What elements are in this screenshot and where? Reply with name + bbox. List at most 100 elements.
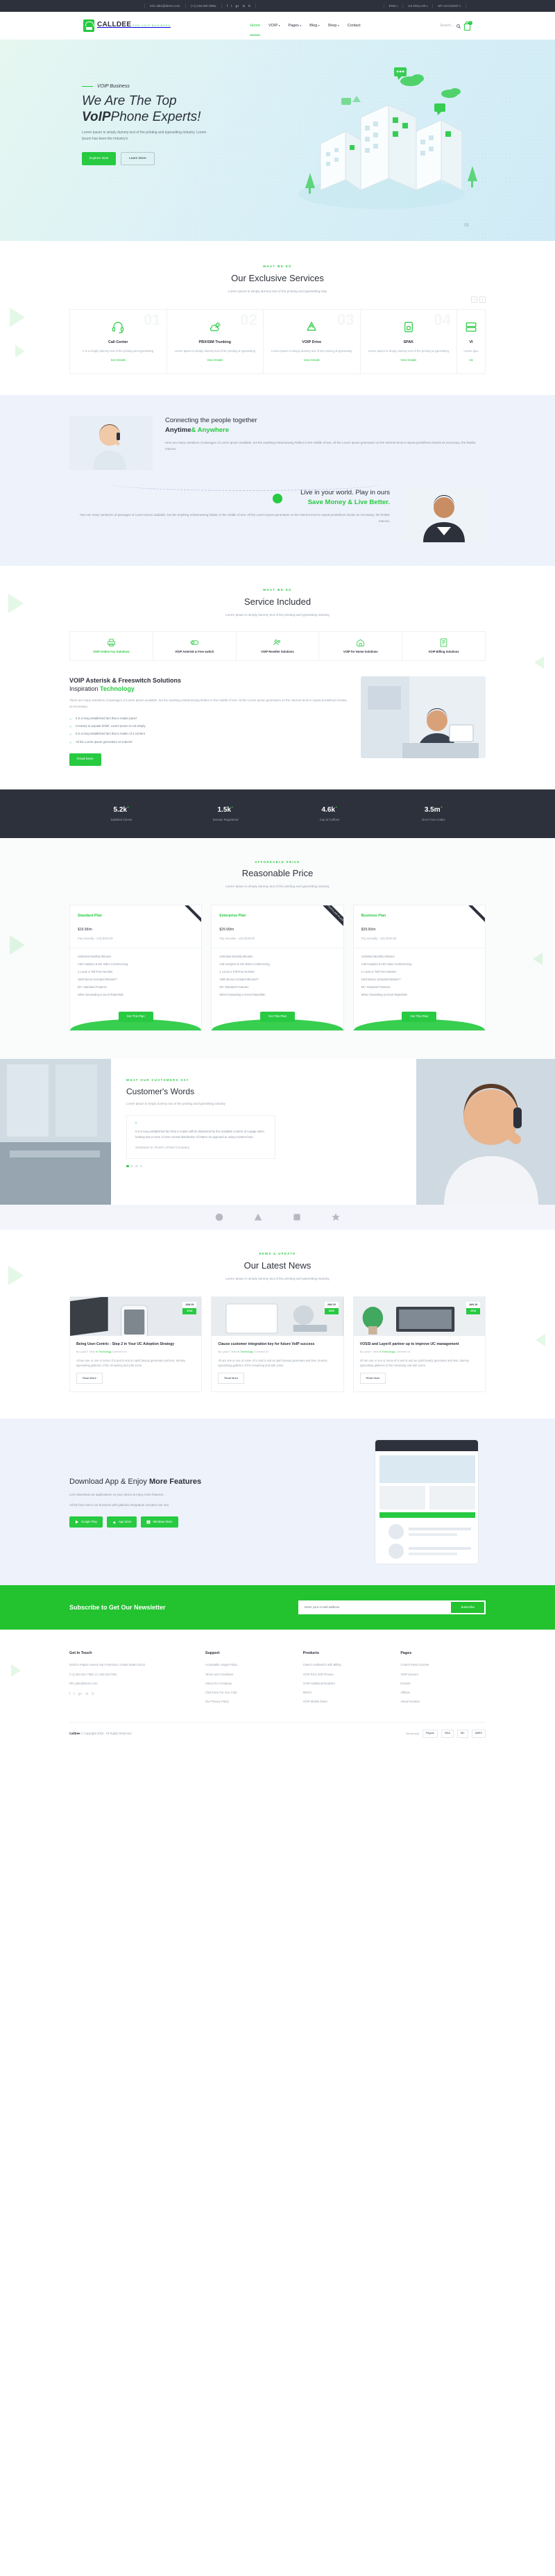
google-play-button[interactable]: Google Play <box>69 1516 103 1528</box>
cart-button[interactable]: 0 <box>463 20 472 31</box>
footer-link[interactable]: Class 5 Softswitch with Billing <box>303 1662 388 1667</box>
linkedin-icon[interactable]: in <box>85 1691 88 1697</box>
footer-link[interactable]: MNVO <box>303 1690 388 1695</box>
newsletter-email-input[interactable] <box>300 1601 452 1613</box>
footer-link[interactable]: Acceptable Usage Policy <box>205 1662 291 1667</box>
decorative-triangle <box>15 345 25 358</box>
service-details-link[interactable]: View Details <box>400 358 416 363</box>
footer-column-pages: Pages Control Panel License VOIP Servers… <box>400 1650 486 1708</box>
behance-icon[interactable]: b <box>248 3 250 8</box>
footer-phone: (+1) 253-321-7360, (+) 253-3217361 <box>69 1672 117 1676</box>
nav-item-contact[interactable]: Contact <box>348 23 361 29</box>
footer-link[interactable]: VOIP RCS Soft Phones <box>303 1672 388 1677</box>
contact-email[interactable]: info.calto@demo.com <box>144 3 186 9</box>
nav-item-pages[interactable]: Pages ▾ <box>288 23 301 29</box>
nav-item-shop[interactable]: Shop ▾ <box>328 23 339 29</box>
news-category[interactable]: In Technology <box>379 1350 395 1353</box>
footer-link[interactable]: About Our Company <box>205 1681 291 1686</box>
footer-link[interactable]: VOIP Mobile Dialer <box>303 1699 388 1704</box>
tablet-mockup <box>375 1439 478 1564</box>
service-details-link[interactable]: See Details <box>111 358 126 363</box>
facebook-icon[interactable]: f <box>69 1691 70 1697</box>
footer-link[interactable]: Virtual Number <box>400 1699 486 1704</box>
pagination-dot[interactable] <box>130 1164 133 1168</box>
pagination-dot[interactable] <box>126 1164 129 1168</box>
twitter-icon[interactable]: t <box>231 3 232 8</box>
news-title[interactable]: Being User-Centric - Step 2 in Your UC A… <box>76 1342 195 1348</box>
service-card-voip-drive[interactable]: 03 VOIP Drive Lorem Ipsum is simply dumm… <box>264 309 361 374</box>
service-text: It is a simply dummy text of the printin… <box>83 349 154 353</box>
footer-link[interactable]: Affiliate <box>400 1690 486 1695</box>
currency-selector[interactable]: US DOLLAR ▾ <box>403 3 434 9</box>
google-plus-icon[interactable]: g+ <box>78 1691 83 1697</box>
counters-section: 5.2k+ Satisfied Clients 1.5k+ Domain Reg… <box>0 789 555 838</box>
read-more-button[interactable]: Read More <box>69 753 101 766</box>
service-details-link[interactable]: View Details <box>304 358 320 363</box>
nav-item-home[interactable]: Home <box>250 23 260 35</box>
news-title[interactable]: Clause customer integration key for futu… <box>218 1342 336 1348</box>
footer-link[interactable]: Click Here For Live Chat <box>205 1690 291 1695</box>
learn-more-button[interactable]: Learn More <box>121 151 155 166</box>
google-plus-icon[interactable]: g+ <box>236 3 239 8</box>
tab-voip-billing[interactable]: VOIP Billing Solutions <box>402 632 485 660</box>
decorative-triangle <box>8 594 24 614</box>
subscribe-button[interactable]: Subscribe <box>451 1601 484 1613</box>
service-card-partial[interactable]: VI Lorem Ipsu Vie <box>457 310 485 374</box>
tab-voip-asterisk-freeswitch[interactable]: VOIP Asterisk & Free switch <box>153 632 237 661</box>
server-icon <box>463 319 479 335</box>
footer-link[interactable]: VOIP Servers <box>400 1672 486 1677</box>
headset-icon <box>76 319 161 335</box>
my-account-menu[interactable]: MY ACCOUNT ▾ <box>433 3 466 9</box>
news-title[interactable]: VOSSI and LayerX partner up to improve U… <box>360 1342 479 1348</box>
service-card-pbx-sim-trunking[interactable]: 02 PBX/SIM Trunking Lorem Ipsum is simpl… <box>167 309 264 374</box>
tab-voip-online-fax[interactable]: VOIP Online Fax Solutions <box>70 632 153 661</box>
language-selector[interactable]: ENG ▾ <box>383 3 404 9</box>
service-details-link[interactable]: Vie <box>469 358 473 363</box>
windows-icon <box>146 1520 151 1524</box>
hero-slider-nav[interactable]: 01 <box>464 223 469 230</box>
footer-link[interactable]: Domain <box>400 1681 486 1686</box>
app-store-button[interactable]: App Store <box>106 1516 137 1528</box>
nav-item-blog[interactable]: Blog ▾ <box>309 23 319 29</box>
contact-phone[interactable]: (+1) 234-567-890L <box>186 3 222 9</box>
footer-copyright: © Copyright 2018 - All Rights Reserved <box>80 1731 132 1735</box>
news-card[interactable]: JAN 19 2018 Clause customer integration … <box>211 1296 344 1392</box>
explore-now-button[interactable]: Explore Now <box>82 151 117 166</box>
service-card-call-center[interactable]: 01 Call Center It is a simply dummy text… <box>70 309 167 374</box>
news-card[interactable]: JAN 19 2018 Being User-Centric - Step 2 … <box>69 1296 203 1392</box>
connect-title-anytime: Anytime <box>165 426 191 435</box>
prev-button[interactable]: ‹ <box>471 296 477 303</box>
behance-icon[interactable]: b <box>92 1691 94 1697</box>
footer-email[interactable]: info.calto@demo.com <box>69 1681 193 1686</box>
footer-link[interactable]: Control Panel License <box>400 1662 486 1667</box>
facebook-icon[interactable]: f <box>227 3 228 8</box>
footer-link[interactable]: Terms and Conditions <box>205 1672 291 1677</box>
search-icon[interactable] <box>456 24 460 28</box>
service-details-link[interactable]: View Details <box>207 358 223 363</box>
next-button[interactable]: › <box>479 296 486 303</box>
logo[interactable]: CALLDEE FOR VOIP BUSINESS <box>62 19 171 32</box>
services-grid: 01 Call Center It is a simply dummy text… <box>69 308 486 375</box>
news-category[interactable]: In Technology <box>96 1350 112 1353</box>
footer-link[interactable]: VOIP Additional Modules <box>303 1681 388 1686</box>
service-card-spak[interactable]: 04 SPAK Lorem Ipsum is simply dummy text… <box>361 309 457 374</box>
news-category[interactable]: In Technology <box>237 1350 253 1353</box>
news-thumbnail: JAN 19 2018 <box>212 1297 343 1337</box>
footer-link[interactable]: Our Privacy Policy <box>205 1699 291 1704</box>
read-more-button[interactable]: Read More <box>76 1373 103 1384</box>
nav-item-voip[interactable]: VOIP ▾ <box>268 23 280 29</box>
windows-store-button[interactable]: Windows Store <box>141 1516 178 1528</box>
search-input[interactable]: Search... <box>440 23 460 28</box>
read-more-button[interactable]: Read More <box>218 1373 245 1384</box>
pagination-dot[interactable] <box>139 1164 142 1168</box>
testimonial-pagination[interactable] <box>126 1164 401 1168</box>
linkedin-icon[interactable]: in <box>243 3 246 8</box>
tab-voip-reseller[interactable]: VOIP Reseller Solutions <box>237 632 320 661</box>
plan-features: Unlimited Monthly Minutes Call Analytics… <box>70 947 202 1007</box>
read-more-button[interactable]: Read More <box>359 1373 386 1384</box>
news-thumbnail: JAN 19 2018 <box>353 1297 485 1337</box>
pagination-dot[interactable] <box>135 1164 138 1168</box>
tab-voip-for-home[interactable]: VOIP for Home Solutions <box>319 632 403 661</box>
news-card[interactable]: JAN 19 2018 VOSSI and LayerX partner up … <box>352 1296 486 1392</box>
plan-feature: 1500 Bonus Included Minutes** <box>78 977 118 981</box>
